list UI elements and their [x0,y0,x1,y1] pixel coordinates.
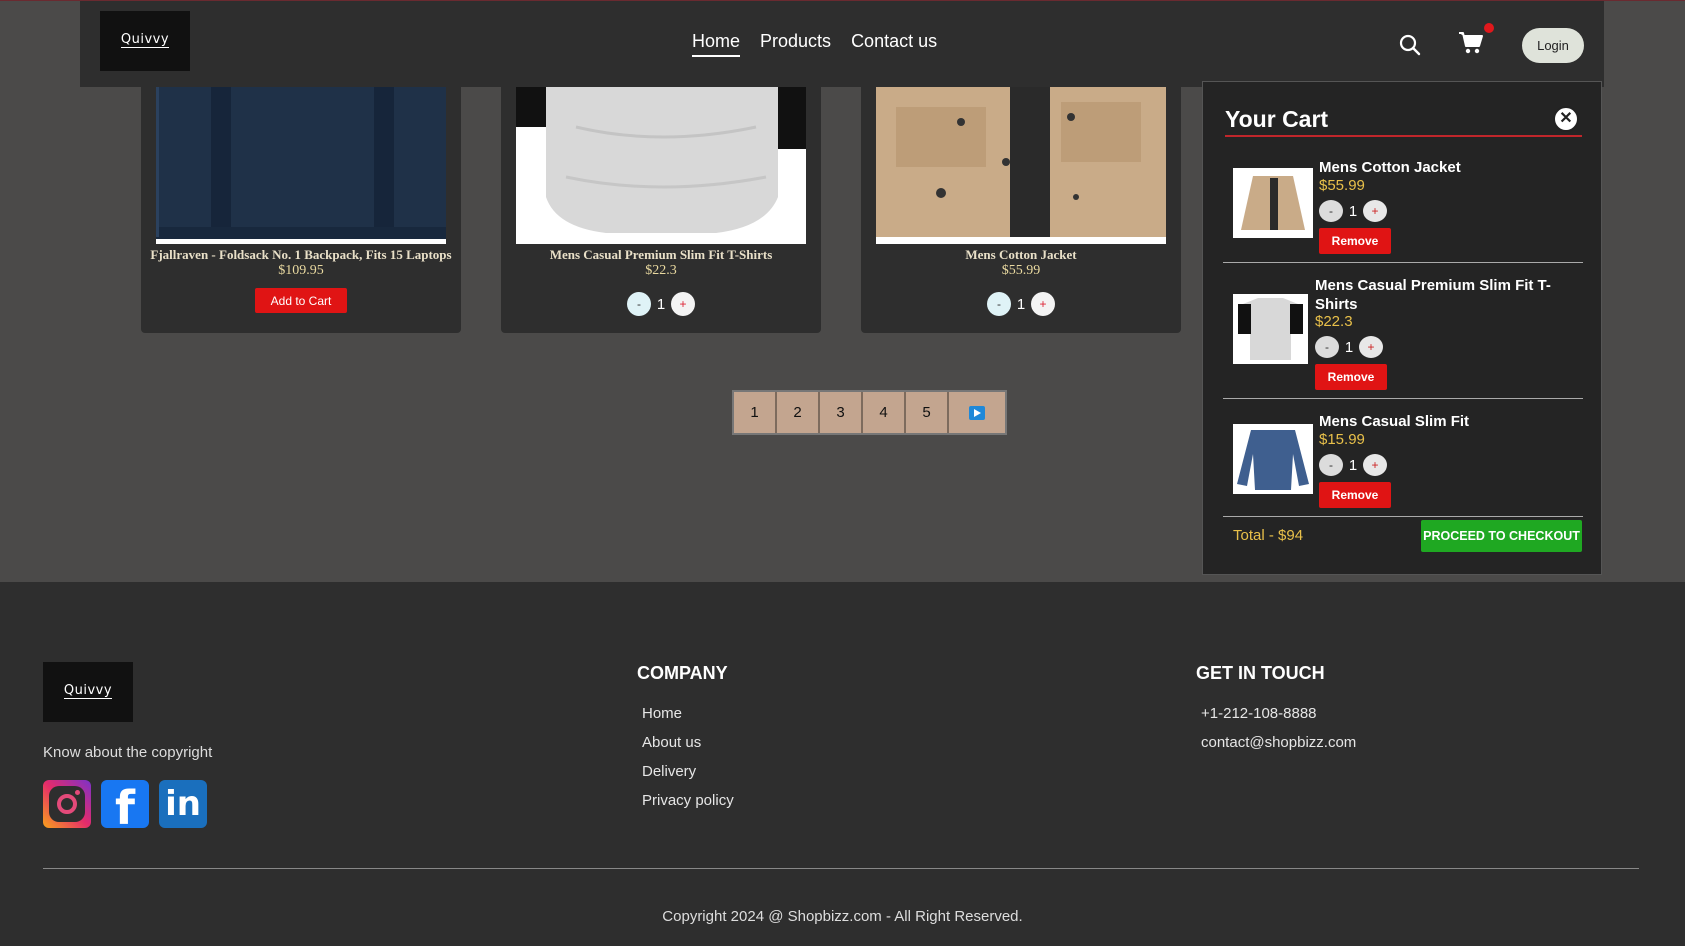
product-card: Fjallraven - Foldsack No. 1 Backpack, Fi… [141,87,461,333]
cart-item-price: $22.3 [1315,313,1353,330]
login-button[interactable]: Login [1522,28,1584,63]
cart-item-divider [1223,516,1583,517]
footer-link-home[interactable]: Home [642,705,682,722]
product-price: $22.3 [645,263,677,278]
cart-title-divider [1225,135,1582,137]
product-card: Mens Cotton Jacket $55.99 - 1 + [861,87,1181,333]
qty-value: 1 [1344,338,1354,356]
footer-divider [43,868,1639,869]
quantity-stepper: - 1 + [987,292,1055,316]
decrease-qty-button[interactable]: - [1315,336,1339,358]
product-name: Mens Cotton Jacket [965,247,1077,262]
footer: Quivvy Know about the copyright f in COM… [0,582,1685,946]
nav-link-products[interactable]: Products [760,31,831,57]
facebook-icon[interactable]: f [101,780,149,828]
cart-title: Your Cart [1225,106,1329,132]
logo-text: Quivvy [63,683,113,699]
page-button-1[interactable]: 1 [734,392,777,433]
checkout-button[interactable]: PROCEED TO CHECKOUT [1421,520,1582,552]
product-image-tshirt[interactable] [516,87,806,244]
cart-qty-stepper: - 1 + [1319,454,1387,476]
cart-qty-stepper: - 1 + [1319,200,1387,222]
qty-value: 1 [1348,202,1358,220]
quantity-stepper: - 1 + [627,292,695,316]
instagram-icon-dot [75,790,80,795]
next-page-button[interactable] [949,392,1005,433]
cart-item-divider [1223,262,1583,263]
remove-item-button[interactable]: Remove [1315,364,1387,390]
cart-item: Mens Casual Premium Slim Fit T-Shirts $2… [1223,276,1583,390]
company-heading: COMPANY [637,663,728,683]
cart-item-image-tshirt [1233,294,1308,364]
brand-logo[interactable]: Quivvy [100,11,190,71]
cart-icon[interactable] [1458,31,1484,55]
search-icon[interactable] [1398,33,1422,57]
copyright-text: Copyright 2024 @ Shopbizz.com - All Righ… [662,908,1023,925]
cart-item-name: Mens Casual Premium Slim Fit T-Shirts [1315,277,1551,313]
product-image-jacket[interactable] [876,87,1166,244]
pagination: 1 2 3 4 5 [732,390,1007,435]
page-button-4[interactable]: 4 [863,392,906,433]
page-button-3[interactable]: 3 [820,392,863,433]
increase-qty-button[interactable]: + [1031,292,1055,316]
footer-logo[interactable]: Quivvy [43,662,133,722]
page-button-2[interactable]: 2 [777,392,820,433]
decrease-qty-button[interactable]: - [987,292,1011,316]
close-icon[interactable]: ✕ [1553,106,1579,132]
cart-item-name: Mens Casual Slim Fit [1319,413,1470,430]
decrease-qty-button[interactable]: - [1319,200,1343,222]
footer-link-about[interactable]: About us [642,734,701,751]
nav-links: Home Products Contact us [692,31,937,57]
increase-qty-button[interactable]: + [1363,200,1387,222]
increase-qty-button[interactable]: + [1359,336,1383,358]
product-name: Fjallraven - Foldsack No. 1 Backpack, Fi… [150,247,452,262]
cart-item-price: $15.99 [1319,431,1365,448]
contact-heading: GET IN TOUCH [1196,663,1325,683]
contact-phone[interactable]: +1-212-108-8888 [1201,705,1317,722]
cart-item-divider [1223,398,1583,399]
cart-total: Total - $94 [1233,527,1304,544]
cart-item-image-jacket [1233,168,1313,238]
cart-qty-stepper: - 1 + [1315,336,1383,358]
instagram-icon-lens [57,794,77,814]
instagram-icon[interactable] [43,780,91,828]
decrease-qty-button[interactable]: - [627,292,651,316]
copyright-link[interactable]: Know about the copyright [43,744,212,761]
cart-notification-dot [1484,23,1494,33]
contact-email[interactable]: contact@shopbizz.com [1201,734,1356,751]
cart-item-name: Mens Cotton Jacket [1319,159,1461,176]
remove-item-button[interactable]: Remove [1319,482,1391,508]
logo-text: Quivvy [120,32,170,48]
play-next-icon [969,405,985,420]
remove-item-button[interactable]: Remove [1319,228,1391,254]
product-image-backpack[interactable] [156,87,446,244]
nav-link-contact[interactable]: Contact us [851,31,937,57]
cart-item: Mens Cotton Jacket $55.99 - 1 + Remove [1223,158,1583,258]
cart-item-price: $55.99 [1319,177,1365,194]
cart-panel: Your Cart ✕ Mens Cotton Jacket $55.99 - … [1202,81,1602,575]
decrease-qty-button[interactable]: - [1319,454,1343,476]
qty-value: 1 [1016,295,1026,313]
navbar: Quivvy Home Products Contact us Login [80,1,1604,87]
nav-link-home[interactable]: Home [692,31,741,57]
cart-item: Mens Casual Slim Fit $15.99 - 1 + Remove [1223,412,1583,512]
increase-qty-button[interactable]: + [1363,454,1387,476]
add-to-cart-button[interactable]: Add to Cart [255,288,347,313]
qty-value: 1 [1348,456,1358,474]
qty-value: 1 [656,295,666,313]
footer-link-delivery[interactable]: Delivery [642,763,696,780]
linkedin-icon[interactable]: in [159,780,207,828]
product-name: Mens Casual Premium Slim Fit T-Shirts [549,247,773,262]
footer-link-privacy[interactable]: Privacy policy [642,792,734,809]
increase-qty-button[interactable]: + [671,292,695,316]
product-price: $55.99 [1001,263,1041,278]
product-card: Mens Casual Premium Slim Fit T-Shirts $2… [501,87,821,333]
cart-item-image-shirt [1233,424,1313,494]
page-button-5[interactable]: 5 [906,392,949,433]
product-price: $109.95 [278,263,324,278]
